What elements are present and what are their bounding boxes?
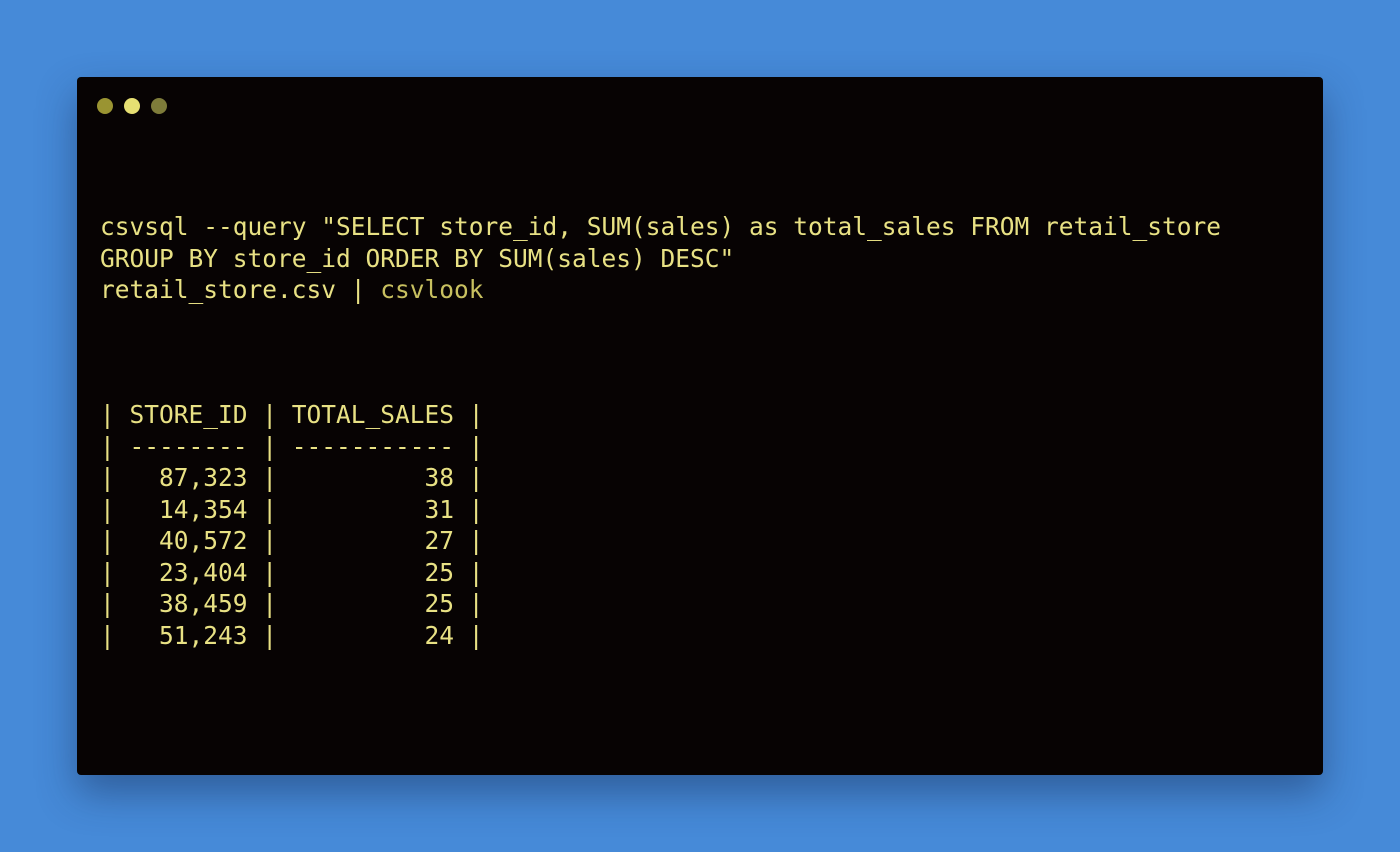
command-line-2: GROUP BY store_id ORDER BY SUM(sales) DE…	[100, 243, 735, 273]
store-id-cell: 14,354	[159, 494, 248, 524]
table-header: | STORE_ID | TOTAL_SALES |	[100, 400, 484, 429]
table-row: | 87,323 | 38 |	[100, 463, 484, 492]
header-store-id: STORE_ID	[129, 400, 248, 429]
table-row: | 23,404 | 25 |	[100, 557, 484, 587]
close-button[interactable]	[97, 98, 113, 114]
total-sales-cell: 25	[424, 589, 455, 618]
table-row: | 14,354 | 31 |	[100, 494, 484, 524]
command-line-3: retail_store.csv | csvlook	[100, 274, 1221, 306]
separator-1: --------	[129, 431, 248, 461]
result-table: | STORE_ID | TOTAL_SALES | | -------- | -…	[100, 399, 484, 651]
total-sales-cell: 38	[424, 463, 455, 492]
store-id-cell: 40,572	[159, 526, 248, 555]
header-total-sales: TOTAL_SALES	[291, 400, 455, 429]
minimize-button[interactable]	[124, 98, 140, 114]
total-sales-cell: 27	[424, 526, 455, 555]
separator-2: -----------	[291, 431, 455, 461]
table-row: | 51,243 | 24 |	[100, 620, 484, 650]
maximize-button[interactable]	[151, 98, 167, 114]
command-csvlook: csvlook	[380, 275, 484, 304]
total-sales-cell: 25	[424, 557, 455, 587]
total-sales-cell: 24	[424, 620, 455, 650]
command-line-1: csvsql --query "SELECT store_id, SUM(sal…	[100, 212, 1222, 241]
total-sales-cell: 31	[424, 494, 455, 524]
store-id-cell: 23,404	[159, 557, 248, 587]
terminal-window: csvsql --query "SELECT store_id, SUM(sal…	[77, 77, 1323, 775]
store-id-cell: 51,243	[159, 620, 248, 650]
command-file: retail_store.csv |	[100, 275, 381, 304]
store-id-cell: 38,459	[159, 589, 248, 618]
command-text: csvsql --query "SELECT store_id, SUM(sal…	[100, 211, 1221, 306]
store-id-cell: 87,323	[159, 463, 248, 492]
table-separator: | -------- | ----------- |	[100, 431, 484, 461]
table-row: | 40,572 | 27 |	[100, 526, 484, 555]
table-row: | 38,459 | 25 |	[100, 589, 484, 618]
